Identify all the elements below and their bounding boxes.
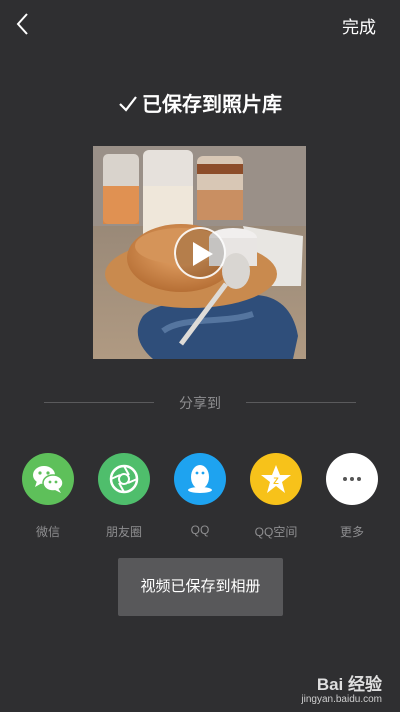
divider-line-right [246, 402, 356, 403]
done-button[interactable]: 完成 [342, 13, 376, 38]
qzone-icon: Z [250, 453, 302, 505]
play-button[interactable] [174, 227, 226, 279]
top-bar: 完成 [0, 0, 400, 48]
share-targets: 微信 朋友圈 QQ Z QQ空间 更多 [0, 453, 400, 543]
saved-toast: 视频已保存到相册 [118, 558, 283, 616]
share-qq-button[interactable]: QQ [165, 453, 235, 537]
checkmark-icon [119, 96, 137, 112]
moments-icon [98, 453, 150, 505]
watermark-url: jingyan.baidu.com [301, 694, 382, 705]
wechat-icon [22, 453, 74, 505]
share-label: 朋友圈 [105, 525, 142, 539]
share-heading-row: 分享到 [0, 392, 400, 412]
play-icon [193, 242, 213, 266]
svg-text:Z: Z [273, 476, 279, 486]
share-more-button[interactable]: 更多 [317, 453, 387, 540]
baidu-jingyan-watermark: Bai 经验 jingyan.baidu.com [272, 670, 382, 710]
share-label: QQ空间 [254, 525, 298, 539]
watermark-brand: Bai 经验 [316, 675, 382, 694]
back-button[interactable] [12, 10, 36, 38]
share-wechat-button[interactable]: 微信 [13, 453, 83, 540]
back-arrow-icon [16, 13, 28, 35]
more-icon [326, 453, 378, 505]
share-label: 微信 [35, 525, 60, 539]
share-moments-button[interactable]: 朋友圈 [89, 453, 159, 540]
saved-status: 已保存到照片库 [0, 88, 400, 117]
share-label: QQ [190, 523, 210, 537]
qq-icon [174, 453, 226, 505]
share-qzone-button[interactable]: Z QQ空间 [241, 453, 311, 540]
share-label: 更多 [339, 525, 364, 539]
saved-title: 已保存到照片库 [142, 94, 282, 116]
video-thumbnail[interactable] [93, 146, 306, 359]
share-heading: 分享到 [179, 395, 221, 411]
